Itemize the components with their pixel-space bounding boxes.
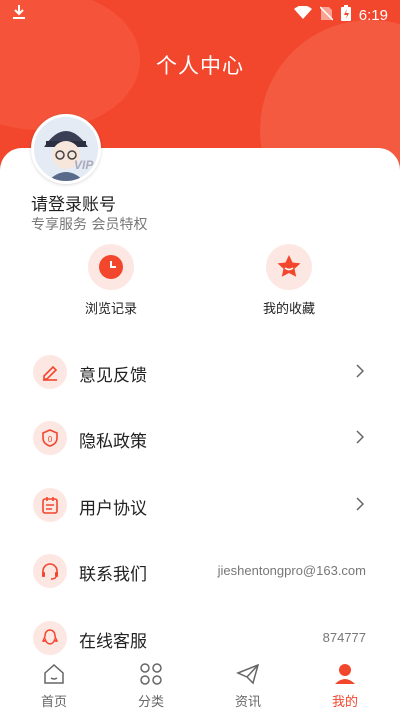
- chevron-right-icon: [356, 363, 365, 382]
- tab-label: 资讯: [234, 695, 261, 710]
- headset-icon: [33, 554, 67, 588]
- tab-news[interactable]: 资讯: [208, 663, 288, 710]
- menu-item-contact[interactable]: 联系我们 jieshentongpro@163.com: [0, 542, 400, 598]
- favorites-button[interactable]: 我的收藏: [239, 244, 339, 317]
- service-number: 874777: [322, 630, 366, 645]
- bottom-tab-bar: 首页 分类 资讯 我的: [0, 657, 400, 711]
- home-icon: [42, 663, 66, 689]
- favorites-label: 我的收藏: [262, 302, 315, 317]
- status-time: 6:19: [358, 6, 388, 24]
- tab-label: 我的: [331, 695, 358, 710]
- menu-item-user-agreement[interactable]: 用户协议: [0, 476, 400, 532]
- tab-category[interactable]: 分类: [111, 663, 191, 710]
- contact-email: jieshentongpro@163.com: [217, 563, 366, 578]
- user-icon: [333, 664, 357, 689]
- download-icon: [12, 4, 26, 24]
- chevron-right-icon: [356, 429, 365, 448]
- menu-label: 用户协议: [79, 499, 147, 519]
- menu-label: 隐私政策: [79, 432, 147, 452]
- menu-label: 联系我们: [79, 565, 147, 585]
- shield-icon: 0: [33, 421, 67, 455]
- chevron-right-icon: [356, 496, 365, 515]
- menu-item-privacy[interactable]: 0 隐私政策: [0, 409, 400, 465]
- document-icon: [33, 488, 67, 522]
- qq-icon: [33, 621, 67, 655]
- avatar[interactable]: [31, 114, 101, 184]
- star-icon: [266, 244, 312, 290]
- battery-icon: [340, 5, 351, 25]
- clock-icon: [88, 244, 134, 290]
- grid-icon: [139, 663, 163, 689]
- tab-mine[interactable]: 我的: [305, 663, 385, 710]
- tab-label: 分类: [137, 695, 164, 710]
- edit-icon: [33, 355, 67, 389]
- status-bar: 6:19: [0, 0, 400, 28]
- login-prompt[interactable]: 请登录账号: [31, 190, 116, 215]
- history-label: 浏览记录: [84, 302, 137, 317]
- menu-label: 在线客服: [79, 632, 147, 652]
- tab-label: 首页: [40, 695, 67, 710]
- history-button[interactable]: 浏览记录: [61, 244, 161, 317]
- page-title: 个人中心: [156, 54, 244, 78]
- menu-label: 意见反馈: [79, 366, 147, 386]
- no-sim-icon: [319, 5, 334, 25]
- member-subtitle: 专享服务 会员特权: [31, 217, 148, 233]
- svg-text:0: 0: [48, 435, 53, 444]
- menu-item-feedback[interactable]: 意见反馈: [0, 343, 400, 399]
- vip-badge: VIP: [74, 158, 94, 172]
- tab-home[interactable]: 首页: [14, 663, 94, 710]
- wifi-icon: [293, 5, 312, 24]
- paper-plane-icon: [236, 663, 260, 689]
